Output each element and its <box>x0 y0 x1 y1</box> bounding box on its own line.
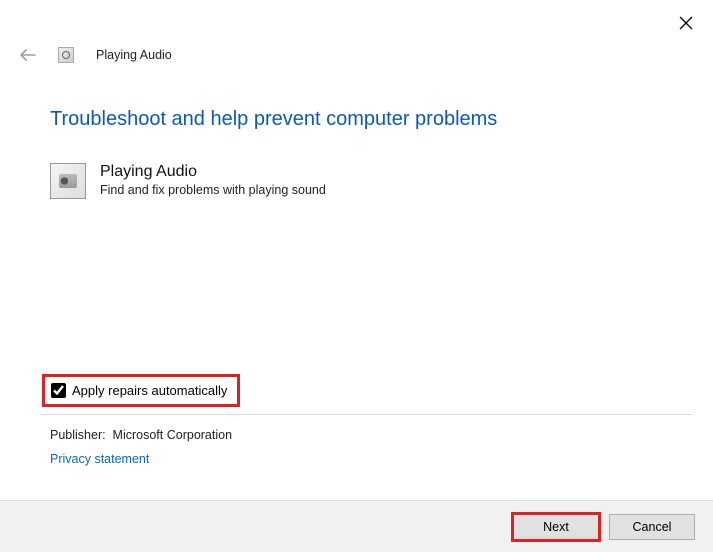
troubleshooter-desc: Find and fix problems with playing sound <box>100 183 326 197</box>
meta-block: Publisher: Microsoft Corporation Privacy… <box>50 428 232 466</box>
apply-repairs-row[interactable]: Apply repairs automatically <box>42 374 240 407</box>
troubleshooter-title: Playing Audio <box>100 163 326 181</box>
troubleshooter-row: Playing Audio Find and fix problems with… <box>50 163 683 199</box>
header-app-icon <box>58 47 74 63</box>
window-title: Playing Audio <box>96 48 172 62</box>
next-button[interactable]: Next <box>513 514 599 540</box>
page-heading: Troubleshoot and help prevent computer p… <box>50 108 683 131</box>
divider <box>40 414 693 415</box>
footer: Next Cancel <box>0 500 713 552</box>
publisher-value: Microsoft Corporation <box>113 428 233 442</box>
close-icon <box>679 16 693 30</box>
content-area: Troubleshoot and help prevent computer p… <box>50 108 683 199</box>
publisher-line: Publisher: Microsoft Corporation <box>50 428 232 442</box>
apply-repairs-label: Apply repairs automatically <box>72 383 227 398</box>
header: Playing Audio <box>20 47 172 63</box>
privacy-link[interactable]: Privacy statement <box>50 452 232 466</box>
publisher-label: Publisher: <box>50 428 106 442</box>
close-button[interactable] <box>679 16 693 30</box>
back-icon[interactable] <box>20 49 36 61</box>
audio-troubleshooter-icon <box>50 163 86 199</box>
apply-repairs-checkbox[interactable] <box>51 383 66 398</box>
cancel-button[interactable]: Cancel <box>609 514 695 540</box>
